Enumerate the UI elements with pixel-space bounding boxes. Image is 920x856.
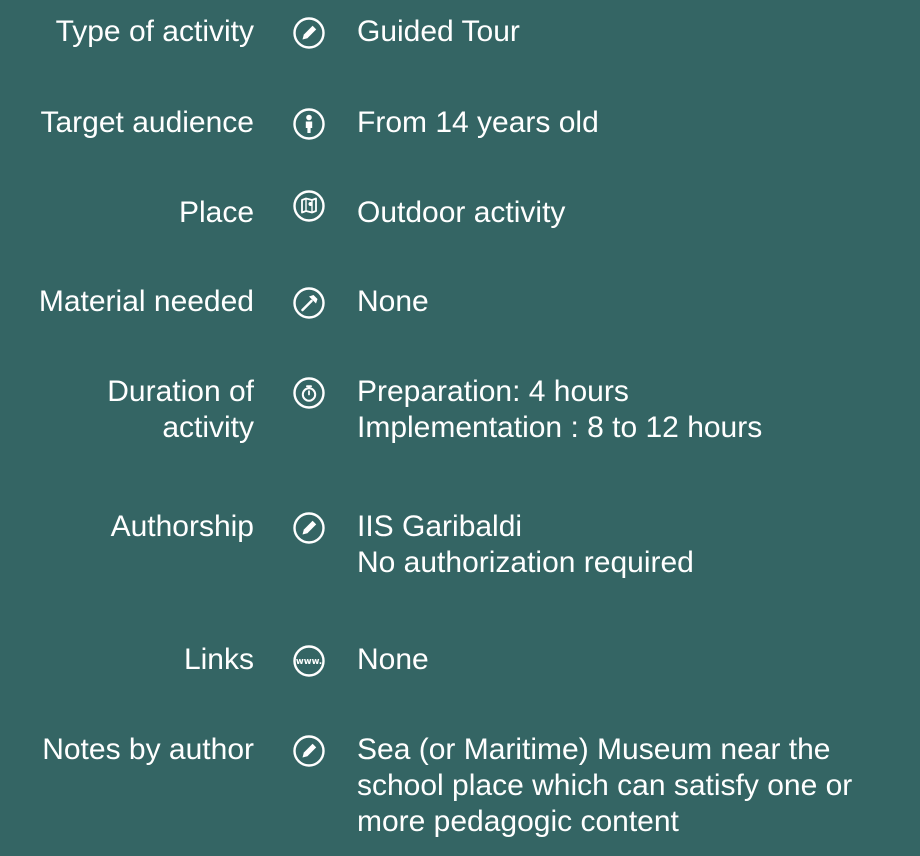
www-icon: www. — [292, 644, 326, 678]
authorship-label: Authorship — [110, 510, 254, 543]
hammer-icon — [292, 286, 326, 320]
value-line: None — [357, 285, 429, 318]
value-line: No authorization required — [357, 546, 694, 579]
place-label: Place — [178, 196, 254, 229]
value-line: school place which can satisfy one or — [357, 769, 853, 802]
value-line: more pedagogic content — [357, 805, 679, 838]
map-pin-icon — [292, 189, 326, 223]
value-line: None — [357, 643, 429, 676]
place-value: Outdoor activity — [357, 195, 917, 231]
type-of-activity-label: Type of activity — [55, 15, 254, 48]
pencil-icon — [292, 16, 326, 50]
value-line: Guided Tour — [357, 15, 520, 48]
value-line: Implementation : 8 to 12 hours — [357, 411, 763, 444]
value-line: Outdoor activity — [357, 196, 566, 229]
notes-by-author-label: Notes by author — [42, 733, 254, 766]
links-label: Links — [183, 643, 254, 676]
duration-of-activity-value: Preparation: 4 hours Implementation : 8 … — [357, 374, 917, 446]
target-audience-value: From 14 years old — [357, 105, 917, 141]
value-line: From 14 years old — [357, 106, 599, 139]
svg-text:www.: www. — [296, 657, 322, 667]
value-line: Sea (or Maritime) Museum near the — [357, 733, 831, 766]
value-line: Preparation: 4 hours — [357, 375, 629, 408]
notes-by-author-value: Sea (or Maritime) Museum near the school… — [357, 732, 917, 840]
duration-of-activity-label: Duration of activity — [107, 375, 254, 444]
person-icon — [292, 107, 326, 141]
pencil-icon — [292, 511, 326, 545]
links-value: None — [357, 642, 917, 678]
stopwatch-icon — [292, 376, 326, 410]
type-of-activity-value: Guided Tour — [357, 14, 917, 50]
target-audience-label: Target audience — [40, 106, 255, 139]
value-line: IIS Garibaldi — [357, 510, 523, 543]
pencil-icon — [292, 734, 326, 768]
material-needed-value: None — [357, 284, 917, 320]
authorship-value: IIS Garibaldi No authorization required — [357, 509, 917, 581]
material-needed-label: Material needed — [38, 285, 254, 318]
